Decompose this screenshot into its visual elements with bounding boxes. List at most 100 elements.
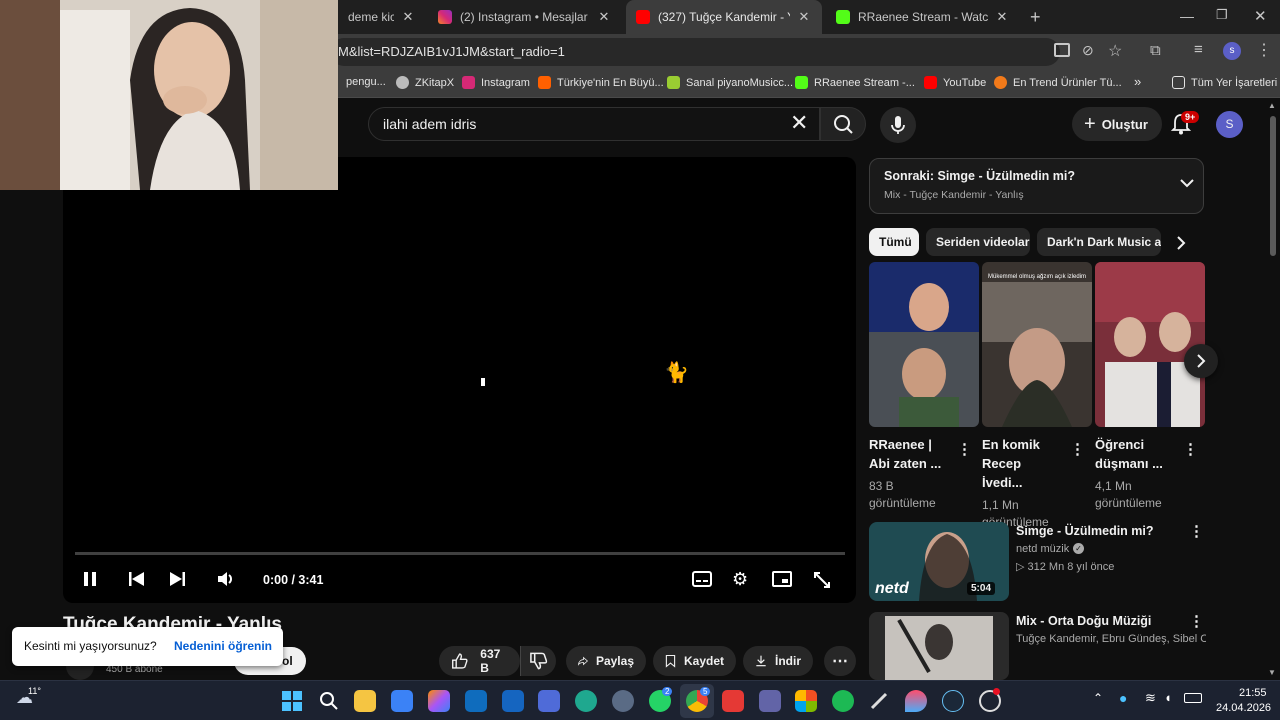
- extensions-icon[interactable]: ⧉: [1150, 42, 1161, 59]
- teams-icon[interactable]: [759, 690, 781, 712]
- next-button[interactable]: [168, 571, 186, 592]
- menu-kebab-icon[interactable]: ⋮: [1256, 40, 1272, 60]
- bookmark-item[interactable]: RRaenee Stream -...: [795, 76, 915, 89]
- tab-google[interactable]: deme kick - G ✕: [338, 0, 426, 34]
- more-options-icon[interactable]: ⋮: [1189, 522, 1204, 540]
- create-button[interactable]: + Oluştur: [1072, 107, 1162, 141]
- install-app-icon[interactable]: [1054, 43, 1070, 57]
- close-icon[interactable]: ✕: [796, 9, 812, 25]
- clock-date[interactable]: 24.04.2026: [1216, 702, 1271, 714]
- video-frame-artifact: [481, 378, 485, 386]
- microsoft-store-icon[interactable]: [465, 690, 487, 712]
- bookmark-item[interactable]: Sanal piyanoMusicc...: [667, 76, 793, 89]
- bookmarks-overflow-button[interactable]: »: [1134, 74, 1141, 89]
- steam-icon[interactable]: [942, 690, 964, 712]
- minimize-button[interactable]: —: [1180, 8, 1194, 24]
- more-actions-button[interactable]: ⋯: [824, 646, 856, 676]
- chevron-down-icon[interactable]: [1180, 175, 1194, 193]
- outlook-icon[interactable]: [502, 690, 524, 712]
- more-options-icon[interactable]: ⋮: [957, 440, 972, 458]
- short-card[interactable]: Öğrenci düşmanı ... 4,1 Mn görüntüleme ⋮: [1095, 262, 1205, 512]
- pen-icon[interactable]: [868, 690, 890, 712]
- paint-icon[interactable]: [905, 690, 927, 712]
- chip-all[interactable]: Tümü: [869, 228, 919, 256]
- speaker-icon[interactable]: ◖: [1164, 690, 1172, 705]
- battery-icon[interactable]: [1184, 693, 1202, 703]
- bookmark-label: En Trend Ürünler Tü...: [1013, 76, 1122, 89]
- tray-overflow-icon[interactable]: ⌃: [1093, 691, 1103, 705]
- bookmark-item[interactable]: pengu...: [346, 76, 386, 88]
- window-close-button[interactable]: ✕: [1254, 7, 1267, 25]
- dislike-button[interactable]: [520, 646, 556, 676]
- bookmark-item[interactable]: YouTube: [924, 76, 986, 89]
- bookmark-item[interactable]: En Trend Ürünler Tü...: [994, 76, 1122, 89]
- more-options-icon[interactable]: ⋮: [1070, 440, 1085, 458]
- volume-button[interactable]: [216, 570, 236, 593]
- chip-channel[interactable]: Dark'n Dark Music ad: [1037, 228, 1161, 256]
- miniplayer-button[interactable]: [772, 571, 792, 592]
- progress-bar[interactable]: [75, 552, 845, 555]
- close-icon[interactable]: ✕: [994, 9, 1010, 25]
- close-icon[interactable]: ✕: [400, 9, 416, 25]
- tab-kick[interactable]: RRaenee Stream - Watch Live o ✕: [826, 0, 1020, 34]
- shorts-next-button[interactable]: [1184, 344, 1218, 378]
- related-video[interactable]: netd 5:04 Simge - Üzülmedin mi? netd müz…: [869, 522, 1205, 601]
- share-button[interactable]: Paylaş: [566, 646, 646, 676]
- microphone-icon[interactable]: ●: [1119, 690, 1127, 706]
- microsoft-icon[interactable]: [795, 690, 817, 712]
- start-icon[interactable]: [281, 690, 303, 712]
- clock-time[interactable]: 21:55: [1239, 687, 1267, 699]
- scroll-down-icon[interactable]: ▼: [1268, 668, 1276, 677]
- more-options-icon[interactable]: ⋮: [1183, 440, 1198, 458]
- learn-why-link[interactable]: Nedenini öğrenin: [174, 639, 272, 653]
- short-card[interactable]: RRaenee | Abi zaten ... 83 B görüntüleme…: [869, 262, 979, 512]
- store-icon[interactable]: [391, 690, 413, 712]
- search-input[interactable]: ilahi adem idris: [368, 107, 820, 141]
- tab-youtube[interactable]: (327) Tuğçe Kandemir - Yanlış ✕: [626, 0, 822, 34]
- scroll-up-icon[interactable]: ▲: [1268, 101, 1276, 110]
- save-button[interactable]: Kaydet: [653, 646, 736, 676]
- outage-toast: Kesinti mi yaşıyorsunuz? Nedenini öğreni…: [12, 627, 283, 666]
- address-bar[interactable]: M&list=RDJZAIB1vJ1JM&start_radio=1: [330, 38, 1060, 66]
- search-icon[interactable]: [318, 690, 340, 712]
- pause-button[interactable]: [82, 570, 98, 593]
- scrollbar[interactable]: [1270, 116, 1276, 256]
- subtitles-button[interactable]: [692, 571, 712, 592]
- close-icon[interactable]: ✕: [596, 9, 612, 25]
- fullscreen-button[interactable]: [813, 571, 831, 594]
- wifi-icon[interactable]: ≋: [1145, 690, 1156, 706]
- video-player[interactable]: [63, 157, 856, 603]
- new-tab-button[interactable]: +: [1030, 7, 1041, 28]
- all-bookmarks-button[interactable]: Tüm Yer İşaretleri: [1172, 76, 1277, 89]
- previous-button[interactable]: [128, 571, 146, 592]
- tab-instagram[interactable]: (2) Instagram • Mesajlar ✕: [428, 0, 622, 34]
- avatar[interactable]: S: [1216, 111, 1243, 138]
- clear-search-icon[interactable]: ✕: [790, 110, 808, 136]
- restore-button[interactable]: ❐: [1216, 7, 1228, 23]
- bookmark-item[interactable]: ZKitapX: [396, 76, 454, 89]
- bookmark-item[interactable]: Instagram: [462, 76, 530, 89]
- settings-gear-icon[interactable]: ⚙: [732, 569, 748, 590]
- up-next-panel[interactable]: Sonraki: Simge - Üzülmedin mi? Mix - Tuğ…: [869, 158, 1204, 214]
- profile-avatar[interactable]: s: [1223, 42, 1241, 60]
- copilot-icon[interactable]: [428, 690, 450, 712]
- office-icon[interactable]: [722, 690, 744, 712]
- bookmark-item[interactable]: Türkiye'nin En Büyü...: [538, 76, 664, 89]
- voice-search-button[interactable]: [880, 107, 916, 143]
- eye-off-icon[interactable]: ⊘: [1082, 42, 1094, 59]
- download-button[interactable]: İndir: [743, 646, 813, 676]
- related-mix[interactable]: Mix - Orta Doğu Müziği Tuğçe Kandemir, E…: [869, 612, 1206, 680]
- file-explorer-icon[interactable]: [354, 690, 376, 712]
- calculator-icon[interactable]: [538, 690, 560, 712]
- settings-icon[interactable]: [612, 690, 634, 712]
- short-card[interactable]: Mükemmel olmuş ağzım açık izledim En kom…: [982, 262, 1092, 531]
- like-button[interactable]: 637 B: [439, 646, 520, 676]
- media-control-icon[interactable]: ≡: [1194, 41, 1203, 58]
- spotify-icon[interactable]: [832, 690, 854, 712]
- chevron-right-icon[interactable]: [1176, 235, 1186, 256]
- bookmark-star-icon[interactable]: ☆: [1108, 41, 1122, 61]
- edge-icon[interactable]: [575, 690, 597, 712]
- search-button[interactable]: [820, 107, 866, 141]
- more-options-icon[interactable]: ⋮: [1189, 612, 1204, 630]
- chip-series[interactable]: Seriden videolar: [926, 228, 1030, 256]
